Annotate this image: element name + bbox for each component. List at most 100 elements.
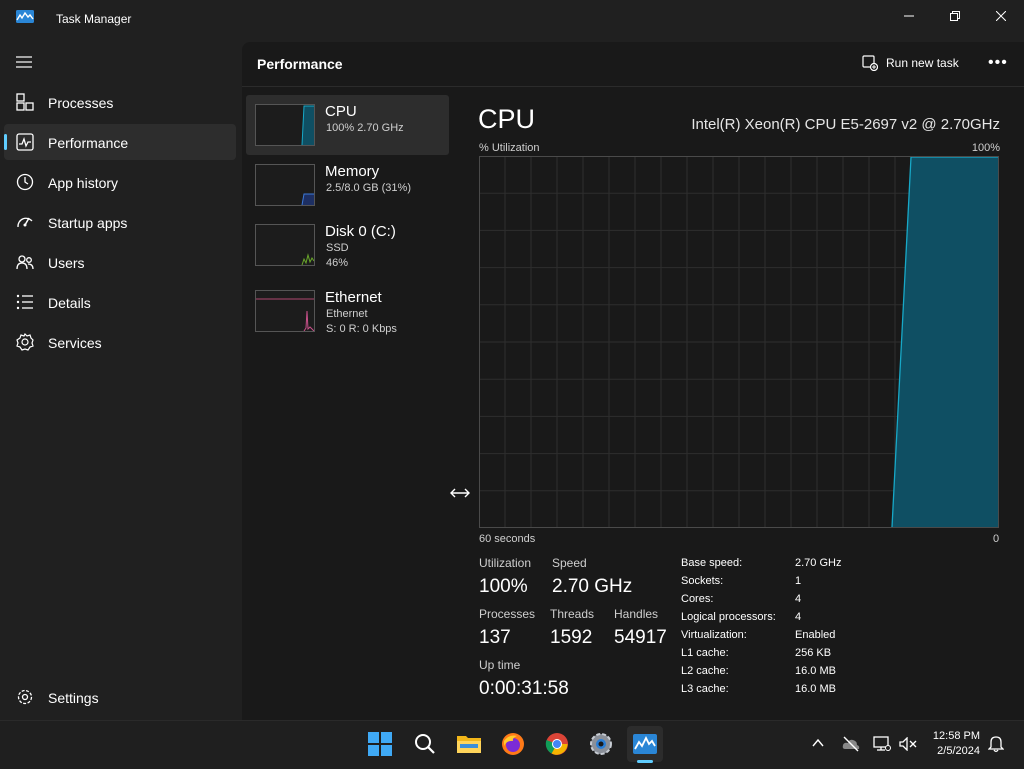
details-icon: [16, 294, 33, 310]
device-subtitle: Ethernet: [326, 308, 368, 320]
minimize-icon: [904, 15, 914, 17]
graph-label-utilization: % Utilization: [479, 142, 540, 154]
spec-value: 2.70 GHz: [795, 557, 842, 569]
notification-bell-icon[interactable]: [988, 735, 1004, 753]
onedrive-offline-icon[interactable]: [842, 736, 860, 752]
firefox-icon: [502, 733, 524, 755]
nav-item-app-history[interactable]: App history: [4, 164, 236, 200]
resize-cursor-icon: [450, 488, 470, 498]
run-new-task-icon: [862, 55, 878, 71]
nav-item-services[interactable]: Services: [4, 324, 236, 360]
nav-item-users[interactable]: Users: [4, 244, 236, 280]
spec-value: 256 KB: [795, 647, 832, 659]
utilization-label: Utilization: [479, 556, 532, 570]
maximize-button[interactable]: [932, 0, 978, 32]
device-item-memory[interactable]: Memory 2.5/8.0 GB (31%): [246, 155, 449, 215]
task-manager-taskbar-button[interactable]: [627, 726, 663, 762]
active-indicator: [4, 134, 7, 150]
minimize-button[interactable]: [886, 0, 932, 32]
utilization-value: 100%: [479, 576, 528, 597]
speed-value: 2.70 GHz: [552, 576, 633, 597]
nav-item-label: Settings: [48, 690, 99, 706]
file-explorer-button[interactable]: [451, 726, 487, 762]
speed-label: Speed: [552, 556, 587, 570]
spec-label: Cores:: [681, 593, 714, 605]
nav-item-startup-apps[interactable]: Startup apps: [4, 204, 236, 240]
settings-gear-icon: [590, 733, 612, 755]
nav-item-details[interactable]: Details: [4, 284, 236, 320]
nav-item-label: Details: [48, 295, 91, 311]
run-new-task-button[interactable]: Run new task: [862, 52, 959, 74]
firefox-button[interactable]: [495, 726, 531, 762]
spec-value: 1: [795, 575, 802, 587]
task-manager-app-icon: [16, 10, 34, 23]
network-icon[interactable]: [873, 736, 891, 752]
device-usage: 46%: [326, 257, 349, 269]
search-button[interactable]: [407, 726, 443, 762]
device-subtitle: 100% 2.70 GHz: [326, 122, 404, 134]
settings-app-button[interactable]: [583, 726, 619, 762]
processes-value: 137: [479, 627, 511, 648]
device-subtitle: 2.5/8.0 GB (31%): [326, 182, 411, 194]
gear-icon: [17, 689, 33, 705]
spec-label: L3 cache:: [681, 683, 729, 695]
run-new-task-label: Run new task: [886, 56, 959, 70]
device-throughput: S: 0 R: 0 Kbps: [326, 323, 397, 335]
volume-muted-icon[interactable]: [899, 737, 917, 751]
processes-icon: [16, 93, 34, 111]
device-subtitle: SSD: [326, 242, 349, 254]
start-button[interactable]: [362, 726, 398, 762]
nav-item-performance[interactable]: Performance: [4, 124, 236, 160]
active-app-indicator: [637, 760, 653, 763]
processes-label: Processes: [479, 607, 536, 621]
page-title: Performance: [257, 56, 343, 72]
services-icon: [16, 333, 34, 351]
device-item-ethernet[interactable]: Ethernet Ethernet S: 0 R: 0 Kbps: [246, 281, 449, 341]
graph-label-max: 100%: [971, 142, 1000, 154]
chevron-up-icon[interactable]: [812, 738, 824, 748]
chrome-button[interactable]: [539, 726, 575, 762]
ethernet-thumbnail-graph: [255, 290, 315, 332]
nav-item-label: Performance: [48, 135, 129, 151]
device-item-disk[interactable]: Disk 0 (C:) SSD 46%: [246, 215, 449, 275]
spec-value: Enabled: [795, 629, 836, 641]
device-name: Memory: [325, 163, 380, 180]
device-item-cpu[interactable]: CPU 100% 2.70 GHz: [246, 95, 449, 155]
nav-item-settings[interactable]: Settings: [4, 679, 236, 715]
system-clock[interactable]: 12:58 PM 2/5/2024: [933, 729, 980, 759]
spec-label: Virtualization:: [681, 629, 747, 641]
cpu-model-name: Intel(R) Xeon(R) CPU E5-2697 v2 @ 2.70GH…: [691, 116, 1000, 133]
close-button[interactable]: [978, 0, 1024, 32]
folder-icon: [457, 736, 481, 753]
spec-value: 16.0 MB: [795, 683, 836, 695]
task-manager-icon: [633, 734, 657, 754]
windows-start-icon: [368, 732, 392, 756]
uptime-label: Up time: [479, 658, 521, 672]
clock-date: 2/5/2024: [937, 745, 980, 757]
memory-thumbnail-graph: [255, 164, 315, 206]
spec-value: 4: [795, 611, 802, 623]
nav-item-processes[interactable]: Processes: [4, 84, 236, 120]
spec-label: Base speed:: [681, 557, 743, 569]
handles-value: 54917: [614, 627, 667, 648]
cpu-utilization-graph: [479, 156, 999, 528]
nav-item-label: App history: [48, 175, 119, 191]
close-icon: [996, 11, 1006, 21]
spec-label: Logical processors:: [681, 611, 776, 623]
clock-time: 12:58 PM: [932, 730, 980, 742]
threads-value: 1592: [550, 627, 593, 648]
app-history-icon: [16, 173, 34, 191]
device-name: CPU: [325, 103, 357, 120]
hamburger-menu-icon[interactable]: [16, 56, 32, 68]
detail-title: CPU: [478, 104, 536, 134]
nav-item-label: Processes: [48, 95, 114, 111]
graph-label-zero: 0: [993, 533, 1000, 545]
spec-label: L1 cache:: [681, 647, 729, 659]
restore-icon: [950, 11, 960, 21]
uptime-value: 0:00:31:58: [479, 678, 569, 699]
chrome-icon: [545, 733, 568, 755]
startup-apps-icon: [17, 217, 33, 228]
performance-icon: [16, 133, 34, 151]
spec-label: L2 cache:: [681, 665, 729, 677]
more-options-button[interactable]: •••: [988, 54, 1008, 72]
